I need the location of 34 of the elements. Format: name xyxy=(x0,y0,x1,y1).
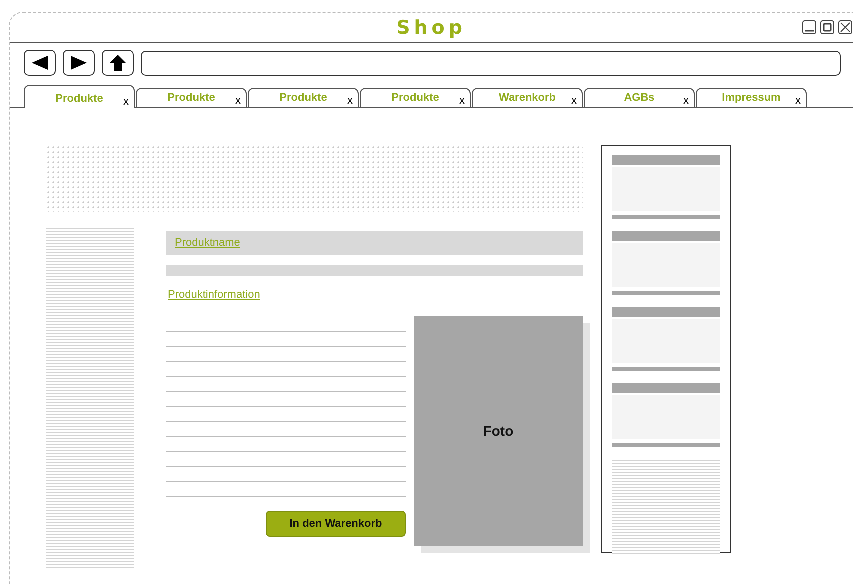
home-button[interactable] xyxy=(102,50,134,76)
forward-icon xyxy=(70,56,88,70)
tab-close[interactable]: x xyxy=(684,95,689,107)
tab-label: Produkte xyxy=(280,92,328,104)
tab-label: Produkte xyxy=(392,92,440,104)
tab-close[interactable]: x xyxy=(460,95,465,107)
tab-label: AGBs xyxy=(624,92,655,104)
back-button[interactable] xyxy=(24,50,56,76)
maximize-icon[interactable] xyxy=(820,20,835,35)
browser-tab[interactable]: Impressum x xyxy=(696,88,807,107)
home-icon xyxy=(109,54,127,72)
photo-label: Foto xyxy=(483,423,514,439)
browser-tab[interactable]: Produkte x xyxy=(136,88,247,107)
close-icon[interactable] xyxy=(838,20,853,35)
browser-tab[interactable]: AGBs x xyxy=(584,88,695,107)
forward-button[interactable] xyxy=(63,50,95,76)
browser-tab[interactable]: Produkte x xyxy=(248,88,359,107)
tab-close[interactable]: x xyxy=(124,96,129,108)
tab-close[interactable]: x xyxy=(236,95,241,107)
browser-tab[interactable]: Produkte x xyxy=(360,88,471,107)
tab-close[interactable]: x xyxy=(348,95,353,107)
minimize-icon[interactable] xyxy=(802,20,817,35)
tab-label: Impressum xyxy=(722,92,781,104)
tab-label: Produkte xyxy=(168,92,216,104)
tab-close[interactable]: x xyxy=(796,95,801,107)
back-icon xyxy=(31,56,49,70)
tab-label: Produkte xyxy=(56,92,104,105)
browser-tab[interactable]: Warenkorb x xyxy=(472,88,583,107)
add-to-cart-button[interactable]: In den Warenkorb xyxy=(266,511,406,537)
tab-label: Warenkorb xyxy=(498,92,556,104)
window-title: Shop xyxy=(396,16,466,38)
tab-close[interactable]: x xyxy=(572,95,577,107)
address-field[interactable] xyxy=(141,50,841,76)
browser-tab[interactable]: Produkte x xyxy=(24,85,135,108)
